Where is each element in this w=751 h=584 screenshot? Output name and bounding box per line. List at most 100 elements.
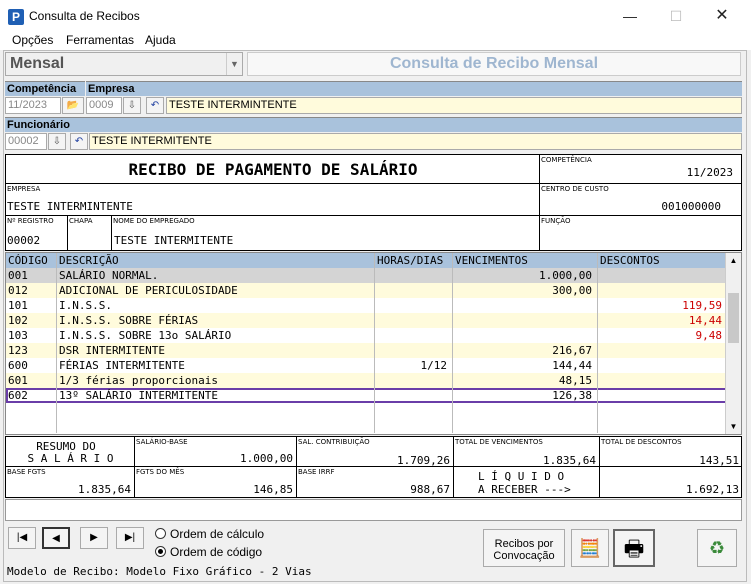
maximize-icon[interactable]: ☐	[653, 0, 699, 32]
header-descontos[interactable]: DESCONTOS	[598, 253, 727, 268]
header-horas[interactable]: HORAS/DIAS	[375, 253, 453, 268]
table-row[interactable]: 123 DSR INTERMITENTE 216,67	[6, 343, 727, 358]
menu-ferramentas[interactable]: Ferramentas	[66, 33, 134, 47]
total-desc-cell: TOTAL DE DESCONTOS 143,51	[600, 437, 741, 467]
cell-descricao: I.N.S.S. SOBRE FÉRIAS	[57, 313, 375, 328]
cell-codigo: 012	[6, 283, 57, 298]
registro-cell: Nº REGISTRO 00002	[6, 216, 68, 250]
resumo-line2: S A L Á R I O	[27, 452, 114, 465]
table-row[interactable]: 101 I.N.S.S. 119,59	[6, 298, 727, 313]
header-descricao[interactable]: DESCRIÇÃO	[57, 253, 375, 268]
table-row[interactable]: 103 I.N.S.S. SOBRE 13o SALÁRIO 9,48	[6, 328, 727, 343]
table-row[interactable]: 600 FÉRIAS INTERMITENTE 1/12 144,44	[6, 358, 727, 373]
empresa-label: Empresa	[86, 81, 742, 96]
minimize-icon[interactable]: —	[607, 0, 653, 32]
liquido-cell: L Í Q U I D O A RECEBER --->	[454, 467, 600, 497]
table-row[interactable]: 601 1/3 férias proporcionais 48,15	[6, 373, 727, 388]
table-row[interactable]: 602 13º SALÁRIO INTERMITENTE 126,38	[6, 388, 727, 403]
menu-ajuda[interactable]: Ajuda	[145, 33, 176, 47]
registro-value: 00002	[7, 234, 41, 247]
recibos-line1: Recibos por	[494, 538, 554, 550]
cell-venc: 216,67	[453, 343, 598, 358]
scroll-thumb[interactable]	[728, 293, 739, 343]
app-icon: P	[8, 9, 24, 25]
base-irrf-value: 988,67	[410, 483, 450, 496]
calculator-icon[interactable]: 🧮	[571, 529, 609, 567]
empresa-name-field: TESTE INTERMINTENTE	[166, 97, 742, 114]
mode-select[interactable]: Mensal ▼	[5, 52, 243, 76]
funcao-cell: FUNÇÃO	[540, 216, 741, 250]
centro-custo-value: 001000000	[661, 200, 721, 213]
sal-contrib-cell: SAL. CONTRIBUIÇÃO 1.709,26	[297, 437, 454, 467]
cell-descricao: SALÁRIO NORMAL.	[57, 268, 375, 283]
total-venc-cell: TOTAL DE VENCIMENTOS 1.835,64	[454, 437, 600, 467]
scroll-down-icon[interactable]: ▼	[726, 419, 741, 434]
empresa-cell: EMPRESA TESTE INTERMINTENTE	[6, 184, 540, 216]
empty-cell	[6, 418, 57, 433]
menu-opcoes[interactable]: Opções	[12, 33, 53, 47]
ordem-codigo-radio[interactable]	[155, 546, 166, 557]
sal-contrib-caption: SAL. CONTRIBUIÇÃO	[298, 438, 370, 446]
undo-icon[interactable]: ↶	[146, 97, 164, 114]
cell-venc	[453, 328, 598, 343]
header-codigo[interactable]: CÓDIGO	[6, 253, 57, 268]
download-arrow-icon[interactable]: ⇩	[123, 97, 141, 114]
download-arrow-icon[interactable]: ⇩	[48, 133, 66, 150]
total-desc-value: 143,51	[699, 454, 739, 467]
cell-codigo: 101	[6, 298, 57, 313]
cell-descricao: I.N.S.S. SOBRE 13o SALÁRIO	[57, 328, 375, 343]
funcionario-label: Funcionário	[5, 117, 742, 132]
cell-codigo: 103	[6, 328, 57, 343]
funcao-caption: FUNÇÃO	[541, 217, 571, 225]
folder-open-icon[interactable]: 📂	[62, 97, 84, 114]
printer-icon[interactable]: 🖶	[613, 529, 655, 567]
empty-cell	[6, 403, 57, 418]
chapa-caption: CHAPA	[69, 217, 93, 225]
cell-horas: 1/12	[375, 358, 453, 373]
previous-record-icon[interactable]: ◀	[42, 527, 70, 549]
fgts-mes-cell: FGTS DO MÊS 146,85	[135, 467, 297, 497]
empty-cell	[598, 403, 727, 418]
grid-header-row: CÓDIGO DESCRIÇÃO HORAS/DIAS VENCIMENTOS …	[6, 253, 727, 268]
recibos-convocacao-button[interactable]: Recibos por Convocação	[483, 529, 565, 567]
ordem-calculo-label[interactable]: Ordem de cálculo	[170, 527, 264, 541]
liquido-value-cell: 1.692,13	[600, 467, 741, 497]
base-irrf-caption: BASE IRRF	[298, 468, 335, 476]
sal-contrib-value: 1.709,26	[397, 454, 450, 467]
cell-venc: 300,00	[453, 283, 598, 298]
cell-codigo: 600	[6, 358, 57, 373]
cell-horas	[375, 268, 453, 283]
table-row[interactable]: 012 ADICIONAL DE PERICULOSIDADE 300,00	[6, 283, 727, 298]
chevron-down-icon[interactable]: ▼	[226, 53, 242, 75]
scroll-up-icon[interactable]: ▲	[726, 253, 741, 268]
empresa-value: TESTE INTERMINTENTE	[7, 200, 133, 213]
ordem-calculo-radio[interactable]	[155, 528, 166, 539]
centro-custo-caption: CENTRO DE CUSTO	[541, 185, 609, 193]
cell-descricao: ADICIONAL DE PERICULOSIDADE	[57, 283, 375, 298]
header-vencimentos[interactable]: VENCIMENTOS	[453, 253, 598, 268]
funcionario-code-input[interactable]: 00002	[5, 133, 47, 150]
first-record-icon[interactable]: |◀	[8, 527, 36, 549]
empresa-code-input[interactable]: 0009	[86, 97, 122, 114]
vertical-scrollbar[interactable]: ▲ ▼	[725, 253, 741, 434]
table-row[interactable]: 001 SALÁRIO NORMAL. 1.000,00	[6, 268, 727, 283]
undo-icon[interactable]: ↶	[70, 133, 88, 150]
cell-horas	[375, 298, 453, 313]
fgts-mes-caption: FGTS DO MÊS	[136, 468, 185, 476]
empty-cell	[453, 403, 598, 418]
table-row[interactable]: 102 I.N.S.S. SOBRE FÉRIAS 14,44	[6, 313, 727, 328]
lancamentos-grid: CÓDIGO DESCRIÇÃO HORAS/DIAS VENCIMENTOS …	[5, 252, 742, 435]
close-icon[interactable]: ✕	[699, 0, 745, 32]
cell-horas	[375, 283, 453, 298]
cell-desc	[598, 388, 727, 403]
cell-venc: 144,44	[453, 358, 598, 373]
last-record-icon[interactable]: ▶|	[116, 527, 144, 549]
recycle-icon[interactable]: ♻	[697, 529, 737, 567]
recibos-line2: Convocação	[493, 550, 555, 562]
empty-bar	[5, 499, 742, 521]
ordem-codigo-label[interactable]: Ordem de código	[170, 545, 262, 559]
liquido-line2: A RECEBER --->	[478, 483, 571, 496]
competencia-input[interactable]: 11/2023	[5, 97, 61, 114]
chapa-cell: CHAPA	[68, 216, 112, 250]
next-record-icon[interactable]: ▶	[80, 527, 108, 549]
